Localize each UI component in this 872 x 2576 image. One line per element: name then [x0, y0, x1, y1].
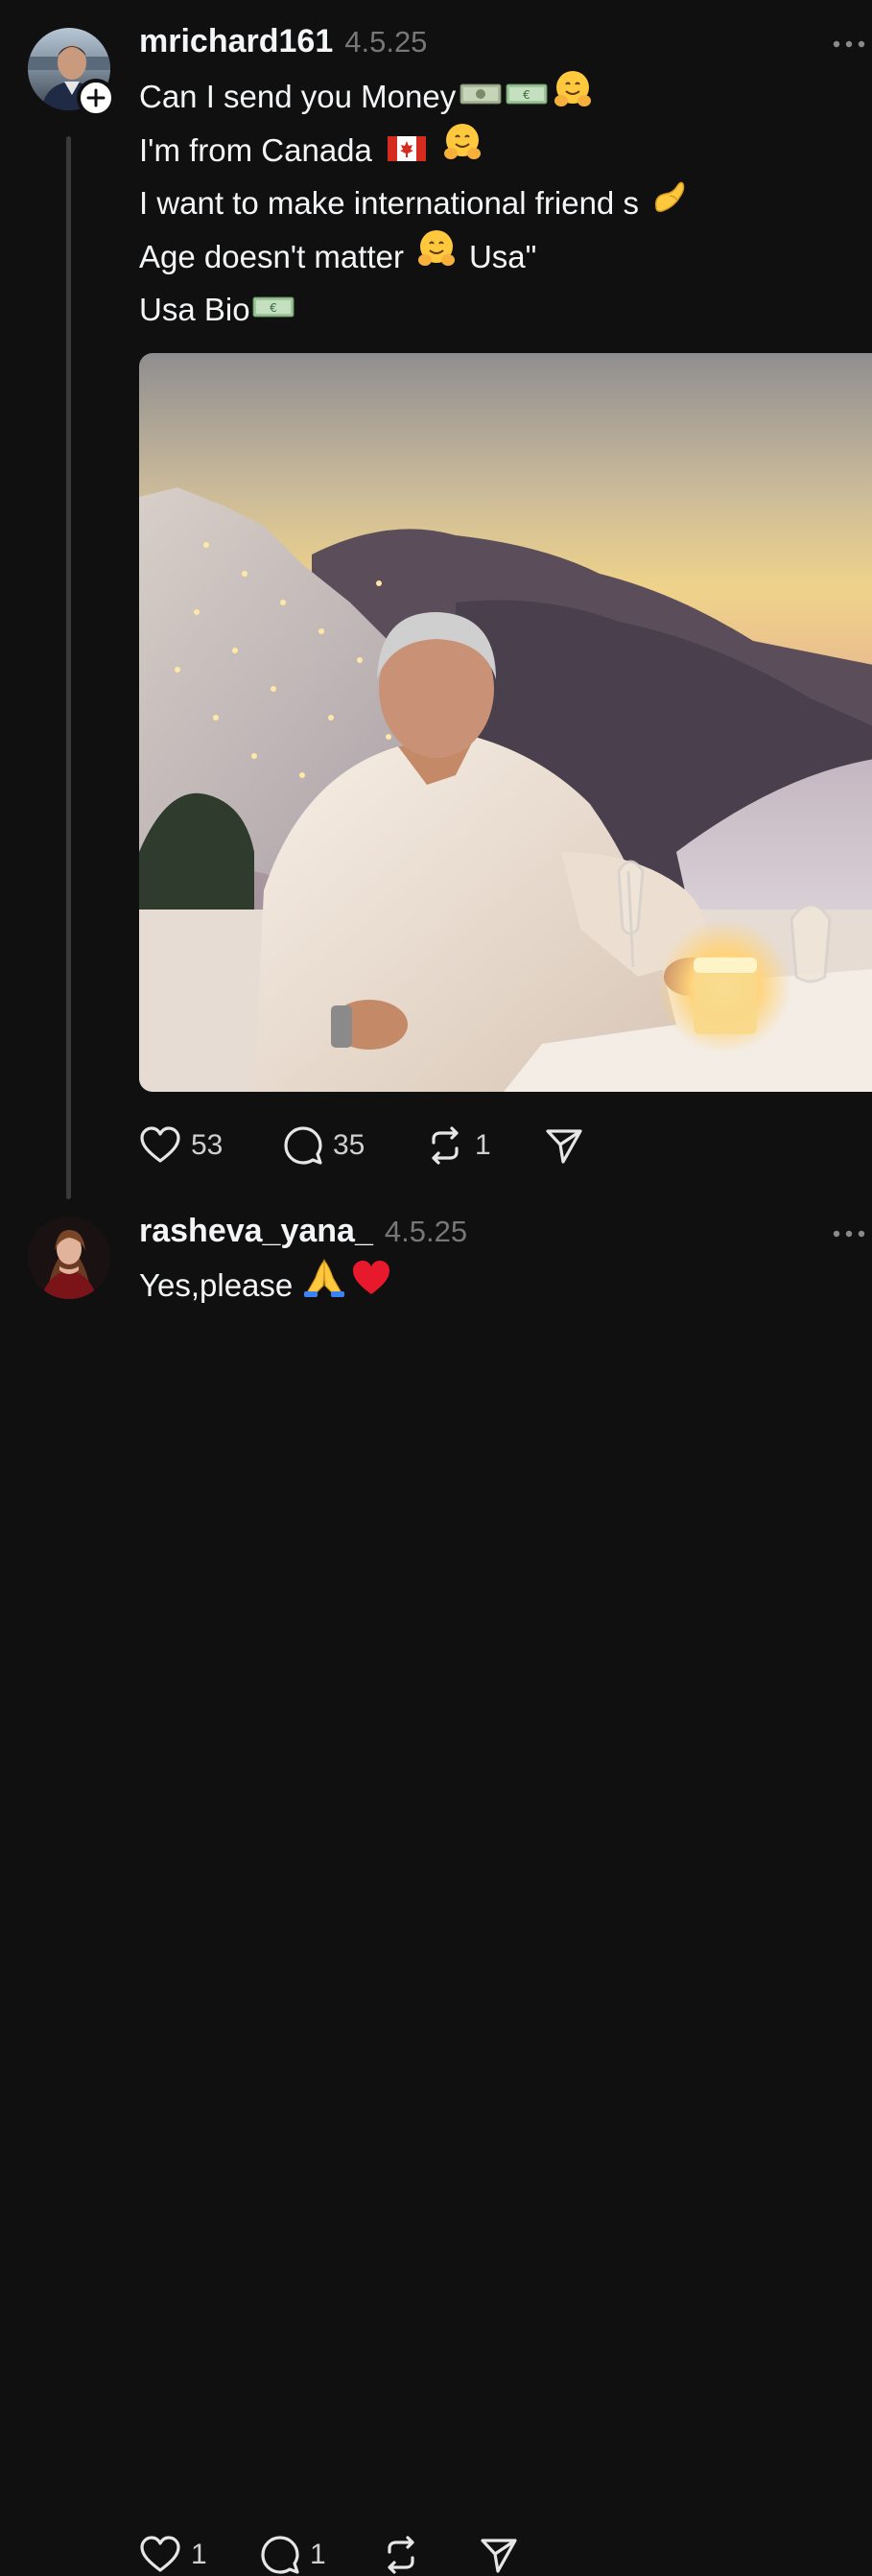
username[interactable]: rasheva_yana_: [139, 1213, 373, 1250]
follow-button[interactable]: [77, 79, 115, 117]
hugging-face-emoji-icon: [415, 227, 458, 286]
euro-banknote-emoji-icon: €: [506, 70, 548, 124]
post-header: mrichard161 4.5.25: [139, 23, 427, 60]
like-button[interactable]: 1: [139, 2534, 260, 2576]
more-dots-icon: [833, 1230, 865, 1238]
speech-bubble-icon: [284, 1126, 322, 1165]
reply-button[interactable]: 1: [260, 2534, 381, 2576]
post-actions: 53 35 1: [139, 1124, 584, 1167]
paper-plane-icon: [546, 1129, 582, 1164]
euro-banknote-emoji-icon: €: [252, 283, 295, 337]
post-text-line: I want to make international friend s: [139, 177, 853, 230]
timestamp: 4.5.25: [344, 25, 428, 59]
post-photo[interactable]: [139, 353, 872, 1092]
share-button[interactable]: [544, 1124, 584, 1167]
canada-flag-emoji-icon: [387, 124, 426, 177]
post-text-line: Usa Bio €: [139, 283, 853, 337]
post-text-line: I'm from Canada: [139, 124, 853, 177]
like-button[interactable]: 53: [139, 1124, 283, 1167]
post-text: Yes,please: [139, 1257, 853, 1315]
post-text: Can I send you Money € I'm from Canada I…: [139, 70, 853, 337]
timestamp: 4.5.25: [384, 1215, 468, 1248]
more-options-button[interactable]: [830, 1224, 868, 1243]
thread-connector-line: [66, 136, 71, 1199]
more-dots-icon: [833, 40, 865, 48]
repost-icon: [388, 2536, 414, 2574]
banknote-emoji-icon: [460, 70, 502, 124]
svg-text:€: €: [523, 88, 530, 102]
thread-post: mrichard161 4.5.25 Can I send you Money: [0, 0, 872, 1199]
reply-button[interactable]: 35: [283, 1124, 425, 1167]
red-heart-emoji-icon: [350, 1258, 392, 1314]
heart-icon: [140, 2536, 180, 2572]
reply-count: 1: [310, 2539, 326, 2570]
hugging-face-emoji-icon: [441, 121, 483, 179]
reply-post: rasheva_yana_ 4.5.25 Yes,please 1 1: [0, 1199, 872, 2574]
post-header: rasheva_yana_ 4.5.25: [139, 1213, 467, 1250]
avatar[interactable]: [28, 1217, 110, 1299]
username[interactable]: mrichard161: [139, 23, 333, 60]
repost-icon: [432, 1126, 459, 1165]
heart-icon: [140, 1126, 180, 1163]
share-button[interactable]: [479, 2534, 519, 2576]
repost-count: 1: [475, 1129, 491, 1161]
text-span: I'm from Canada: [139, 131, 372, 168]
post-actions: 1 1: [139, 2534, 519, 2576]
more-options-button[interactable]: [830, 35, 868, 54]
text-span: Yes,please: [139, 1267, 294, 1303]
post-text-line: Yes,please: [139, 1257, 853, 1315]
repost-button[interactable]: [381, 2534, 479, 2576]
post-text-line: Age doesn't matter Usa": [139, 230, 853, 284]
folded-hands-emoji-icon: [302, 1257, 346, 1315]
hugging-face-emoji-icon: [552, 68, 594, 127]
post-text-line: Can I send you Money €: [139, 70, 853, 124]
reply-count: 35: [333, 1129, 365, 1161]
text-span: I want to make international friend s: [139, 185, 639, 221]
text-span: Usa": [468, 238, 537, 274]
repost-button[interactable]: 1: [425, 1124, 544, 1167]
text-span: Age doesn't matter: [139, 238, 404, 274]
like-count: 53: [191, 1129, 224, 1161]
like-count: 1: [191, 2539, 207, 2570]
svg-text:€: €: [270, 301, 277, 315]
pinching-hand-emoji-icon: [648, 175, 691, 233]
text-span: Can I send you Money: [139, 79, 457, 114]
plus-icon: [86, 88, 106, 107]
speech-bubble-icon: [261, 2536, 299, 2574]
text-span: Usa Bio: [139, 292, 250, 327]
paper-plane-icon: [481, 2539, 517, 2573]
